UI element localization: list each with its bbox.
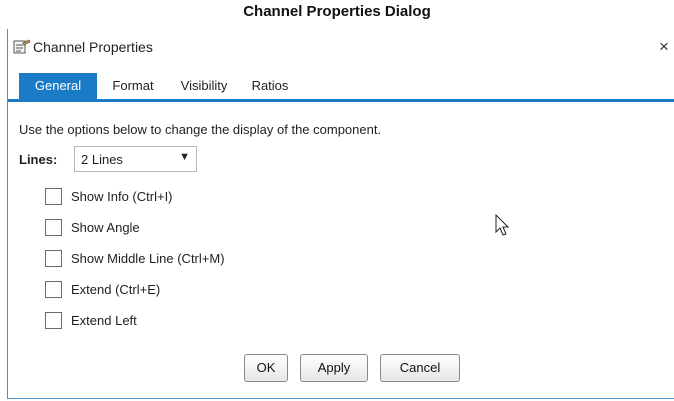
tab-format[interactable]: Format: [101, 73, 165, 99]
cancel-button[interactable]: Cancel: [380, 354, 460, 382]
extend-label[interactable]: Extend (Ctrl+E): [71, 282, 160, 297]
show-angle-checkbox[interactable]: [45, 219, 62, 236]
show-middle-line-label[interactable]: Show Middle Line (Ctrl+M): [71, 251, 225, 266]
tab-visibility[interactable]: Visibility: [169, 73, 239, 99]
page-caption: Channel Properties Dialog: [243, 3, 431, 20]
extend-checkbox[interactable]: [45, 281, 62, 298]
tab-bar: General Format Visibility Ratios: [8, 73, 674, 102]
lines-label: Lines:: [19, 152, 58, 167]
extend-left-label[interactable]: Extend Left: [71, 313, 137, 328]
show-info-label[interactable]: Show Info (Ctrl+I): [71, 189, 173, 204]
general-tab-panel: Use the options below to change the disp…: [8, 102, 674, 396]
description-text: Use the options below to change the disp…: [19, 122, 382, 137]
ok-button[interactable]: OK: [244, 354, 288, 382]
dialog-title: Channel Properties: [33, 39, 153, 55]
lines-dropdown-value: 2 Lines: [81, 152, 123, 167]
apply-button[interactable]: Apply: [300, 354, 368, 382]
chevron-down-icon: ▼: [179, 151, 190, 163]
close-icon[interactable]: ×: [656, 37, 672, 57]
extend-left-checkbox[interactable]: [45, 312, 62, 329]
show-middle-line-checkbox[interactable]: [45, 250, 62, 267]
channel-properties-dialog: Channel Properties × General Format Visi…: [7, 29, 674, 399]
tab-ratios[interactable]: Ratios: [244, 73, 296, 99]
lines-dropdown[interactable]: 2 Lines ▼: [74, 146, 197, 172]
properties-icon: [13, 39, 31, 55]
show-info-checkbox[interactable]: [45, 188, 62, 205]
dialog-titlebar[interactable]: Channel Properties ×: [8, 29, 674, 67]
tab-general[interactable]: General: [19, 73, 97, 99]
mouse-cursor-icon: [495, 213, 511, 243]
show-angle-label[interactable]: Show Angle: [71, 220, 140, 235]
